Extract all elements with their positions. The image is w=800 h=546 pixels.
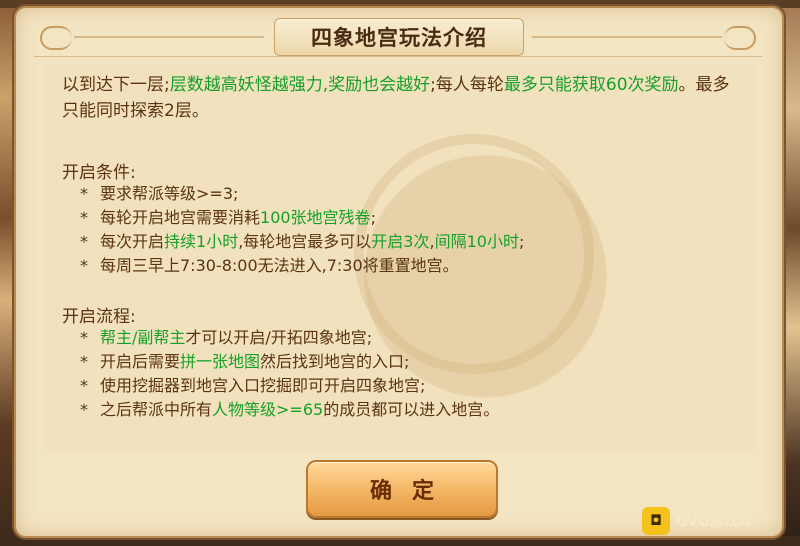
item-highlight: 人物等级>=65 xyxy=(212,400,324,419)
item-text: ; xyxy=(370,208,376,227)
intro-dialog: 四象地宫玩法介绍 以到达下一层;层数越高妖怪越强力,奖励也会越好;每人每轮最多只… xyxy=(14,6,784,538)
item-highlight: 开启3次 xyxy=(371,232,430,251)
item-highlight: 持续1小时 xyxy=(164,232,239,251)
scroll-ornament-icon xyxy=(724,26,756,50)
confirm-button-label: 确定 xyxy=(369,479,454,504)
item-text: 的成员都可以进入地宫。 xyxy=(323,400,500,419)
item-highlight: 拼一张地图 xyxy=(180,352,261,371)
confirm-button[interactable]: 确定 xyxy=(306,460,498,518)
dialog-title-bar: 四象地宫玩法介绍 xyxy=(34,16,762,57)
title-divider-left xyxy=(74,36,264,38)
bullet-star-icon: * xyxy=(80,256,88,275)
bullet-star-icon: * xyxy=(80,208,88,227)
gamepad-icon: ◘ xyxy=(642,507,670,535)
title-plate: 四象地宫玩法介绍 xyxy=(274,18,524,56)
item-text: 每周三早上7:30-8:00无法进入,7:30将重置地宫。 xyxy=(100,256,459,275)
item-text: 要求帮派等级>=3; xyxy=(100,184,239,203)
list-item: * 每轮开启地宫需要消耗100张地宫残卷; xyxy=(80,206,524,230)
conditions-heading: 开启条件: xyxy=(62,163,136,183)
item-text: ; xyxy=(518,232,525,251)
list-item: * 每次开启持续1小时,每轮地宫最多可以开启3次,间隔10小时; xyxy=(80,230,524,254)
list-item: * 每周三早上7:30-8:00无法进入,7:30将重置地宫。 xyxy=(80,254,524,278)
intro-highlight: 层数越高妖怪越强力,奖励也会越好 xyxy=(169,75,431,95)
item-text: 每轮开启地宫需要消耗 xyxy=(100,208,261,227)
item-text: 才可以开启/开拓四象地宫; xyxy=(185,328,373,347)
item-text: 使用挖掘器到地宫入口挖掘即可开启四象地宫; xyxy=(100,376,426,395)
site-watermark: ◘ OVG游戏网 xyxy=(642,506,792,536)
bullet-star-icon: * xyxy=(80,400,88,419)
list-item: * 之后帮派中所有人物等级>=65的成员都可以进入地宫。 xyxy=(80,398,499,422)
bullet-star-icon: * xyxy=(80,352,88,371)
list-item: * 要求帮派等级>=3; xyxy=(80,182,524,206)
bullet-star-icon: * xyxy=(80,328,88,347)
intro-text: ;每人每轮 xyxy=(430,75,504,95)
flow-list: * 帮主/副帮主才可以开启/开拓四象地宫; * 开启后需要拼一张地图然后找到地宫的入… xyxy=(80,326,499,422)
bullet-star-icon: * xyxy=(80,184,88,203)
list-item: * 帮主/副帮主才可以开启/开拓四象地宫; xyxy=(80,326,499,350)
site-name: OVG游戏网 xyxy=(676,514,752,530)
item-text: ,每轮地宫最多可以 xyxy=(238,232,372,251)
item-text: 开启后需要 xyxy=(100,352,181,371)
dialog-content: 以到达下一层;层数越高妖怪越强力,奖励也会越好;每人每轮最多只能获取60次奖励。… xyxy=(44,64,756,450)
conditions-list: * 要求帮派等级>=3; * 每轮开启地宫需要消耗100张地宫残卷; * 每次开启持续… xyxy=(80,182,524,278)
item-text: 然后找到地宫的入口; xyxy=(260,352,410,371)
item-highlight: 100张地宫残卷 xyxy=(260,208,371,227)
item-text: 每次开启 xyxy=(100,232,165,251)
dialog-title: 四象地宫玩法介绍 xyxy=(311,26,487,50)
bullet-star-icon: * xyxy=(80,232,88,251)
intro-text: 以到达下一层; xyxy=(62,75,170,95)
list-item: * 使用挖掘器到地宫入口挖掘即可开启四象地宫; xyxy=(80,374,499,398)
item-text: 之后帮派中所有 xyxy=(100,400,213,419)
item-highlight: 间隔10小时 xyxy=(434,232,519,251)
item-highlight: 帮主/副帮主 xyxy=(100,328,186,347)
list-item: * 开启后需要拼一张地图然后找到地宫的入口; xyxy=(80,350,499,374)
intro-highlight: 最多只能获取60次奖励 xyxy=(503,75,679,95)
scroll-ornament-icon xyxy=(40,26,72,50)
title-divider-right xyxy=(532,36,722,38)
bullet-star-icon: * xyxy=(80,376,88,395)
intro-paragraph: 以到达下一层;层数越高妖怪越强力,奖励也会越好;每人每轮最多只能获取60次奖励。… xyxy=(62,72,742,124)
flow-heading: 开启流程: xyxy=(62,307,136,327)
